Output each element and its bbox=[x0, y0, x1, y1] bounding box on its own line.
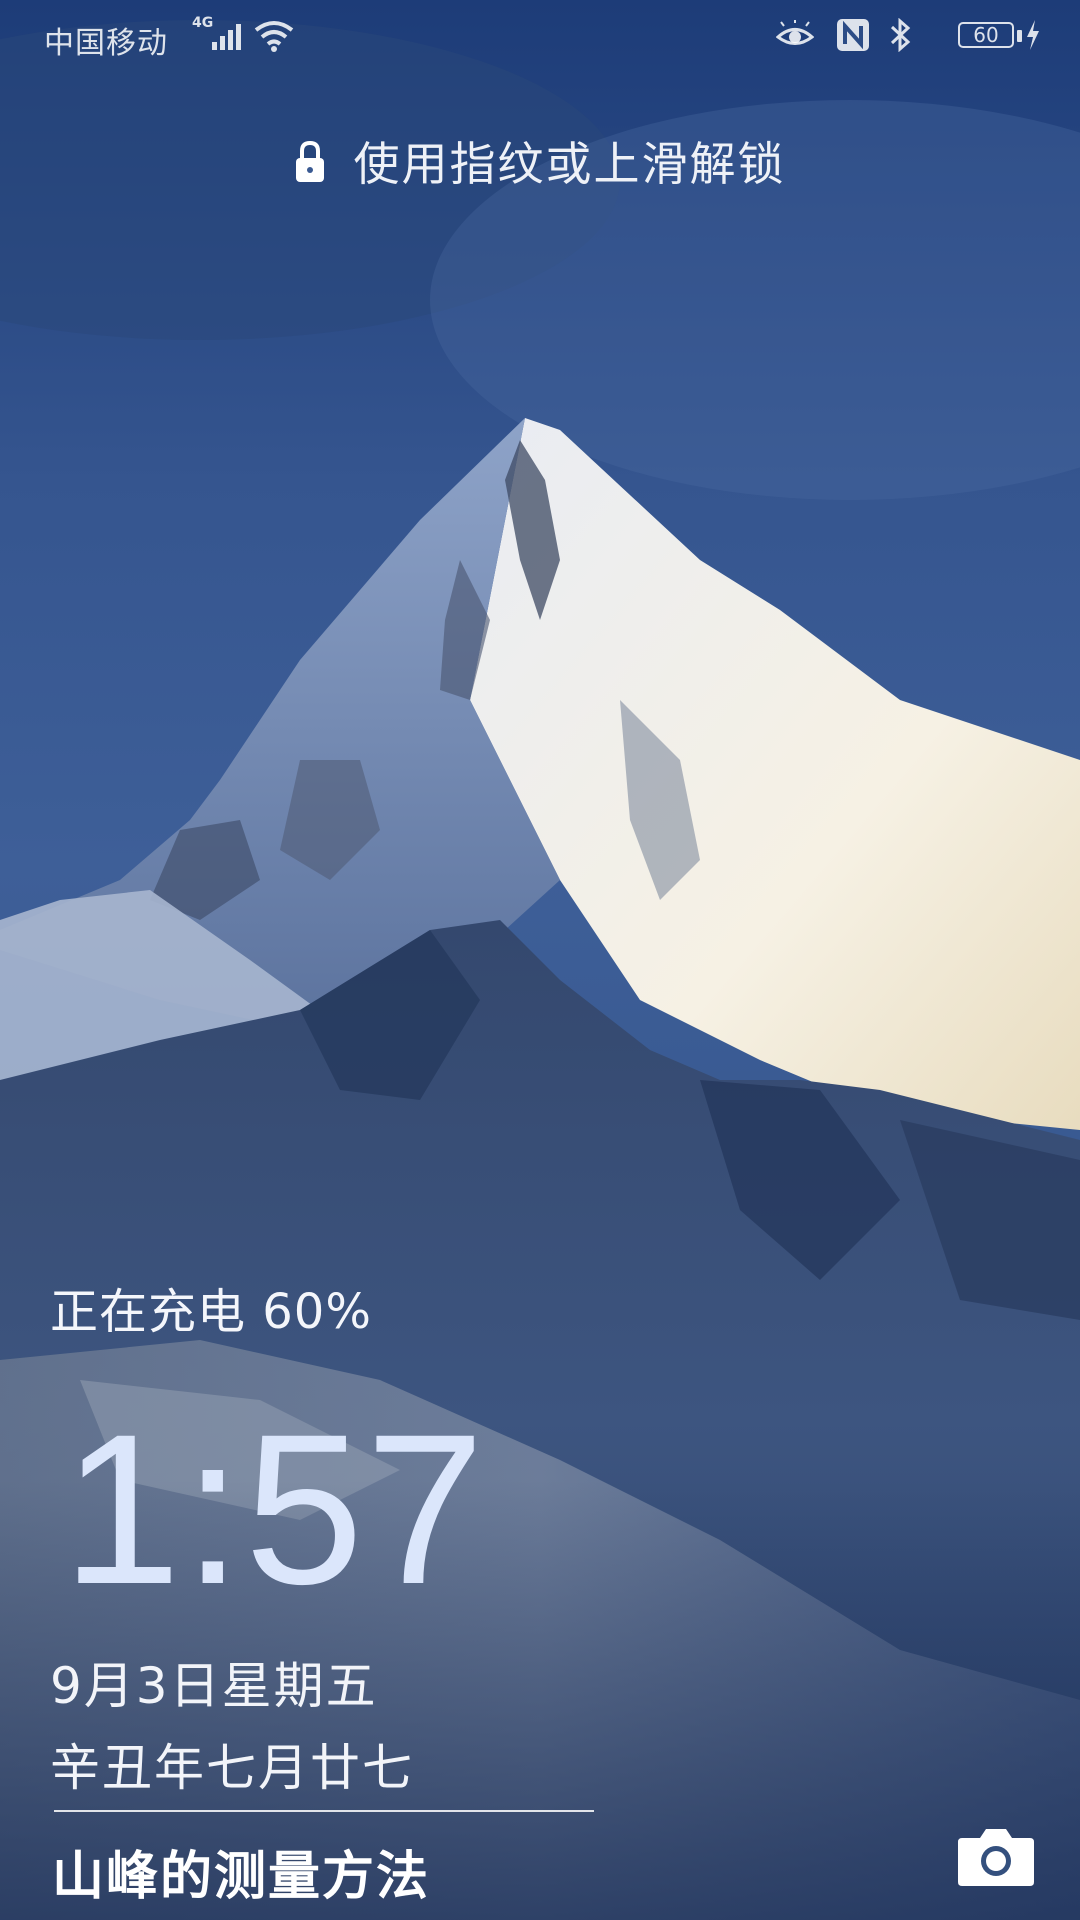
charging-status: 正在充电 60% bbox=[50, 1284, 372, 1340]
status-right-icons: 60 bbox=[776, 18, 1040, 54]
nfc-icon bbox=[837, 19, 869, 51]
lunar-date-text: 辛丑年七月廿七 bbox=[50, 1739, 414, 1797]
clock-time: 1:57 bbox=[62, 1390, 487, 1629]
status-bar: 中国移动 4G 60 bbox=[0, 0, 1080, 74]
carrier-name: 中国移动 bbox=[44, 26, 168, 61]
magazine-story-title[interactable]: 山峰的测量方法 bbox=[52, 1834, 430, 1909]
mountain-wallpaper bbox=[0, 0, 1080, 1920]
battery-icon: 60 bbox=[958, 22, 1014, 48]
battery-tip bbox=[1017, 30, 1022, 42]
divider bbox=[54, 1810, 594, 1812]
unlock-hint: 使用指纹或上滑解锁 bbox=[0, 128, 1080, 194]
date-text: 9月3日星期五 bbox=[50, 1657, 378, 1715]
charging-bolt-icon bbox=[1027, 20, 1039, 50]
network-type-badge: 4G bbox=[192, 15, 214, 31]
bluetooth-icon bbox=[890, 18, 911, 52]
lock-icon bbox=[296, 140, 325, 182]
eye-comfort-icon bbox=[776, 20, 814, 45]
camera-icon[interactable] bbox=[956, 1824, 1036, 1888]
unlock-hint-text: 使用指纹或上滑解锁 bbox=[353, 137, 786, 191]
battery-percent: 60 bbox=[973, 23, 999, 47]
wifi-icon bbox=[254, 21, 294, 52]
signal-icon bbox=[212, 24, 241, 50]
